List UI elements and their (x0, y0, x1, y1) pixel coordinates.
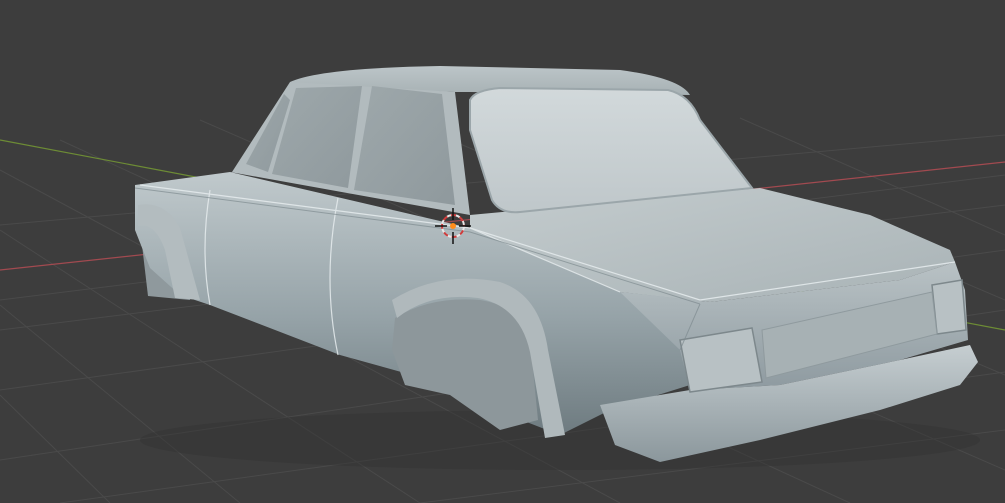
3d-viewport[interactable] (0, 0, 1005, 503)
tail-light-right (931, 279, 967, 335)
front-door-window (354, 86, 455, 205)
car-body-model[interactable] (134, 66, 980, 470)
tail-light-left (679, 327, 763, 393)
